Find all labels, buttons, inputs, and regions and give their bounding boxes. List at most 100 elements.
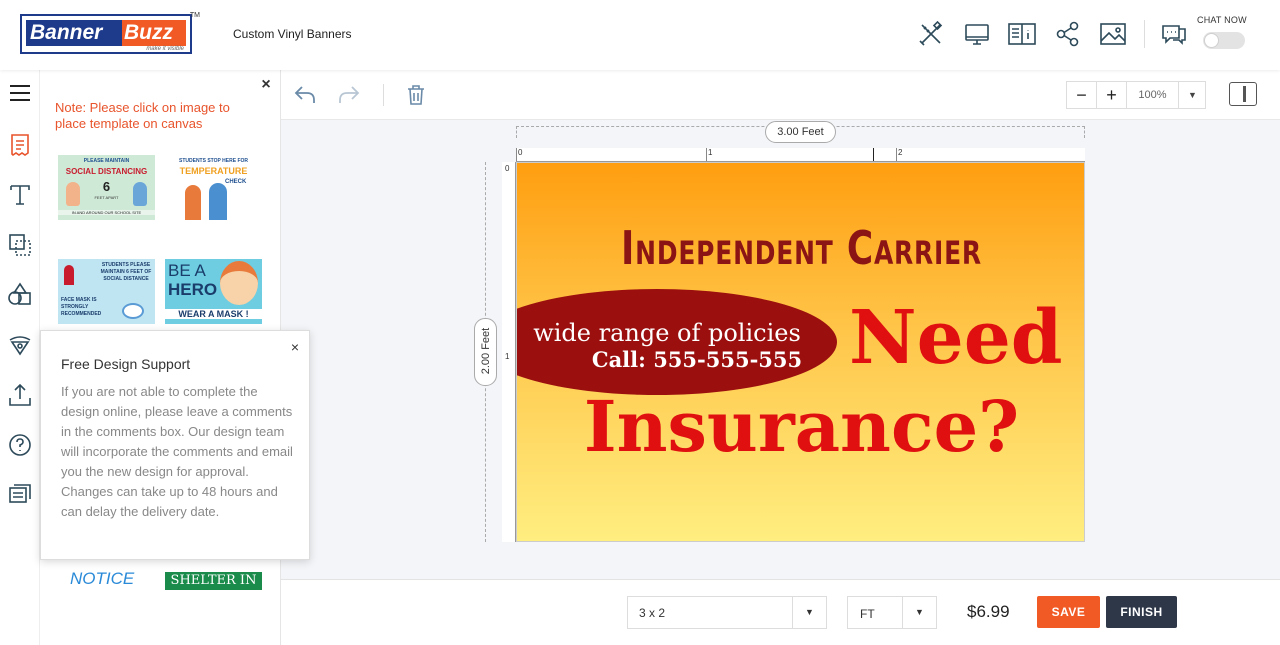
toggle-knob — [1204, 33, 1219, 48]
banner-title-text[interactable]: Independent Carrier — [580, 221, 1024, 275]
kid-figure-icon — [133, 182, 147, 206]
left-rail — [0, 70, 40, 645]
template-social-distancing[interactable]: PLEASE MAINTAIN SOCIAL DISTANCING 6 FEET… — [58, 155, 155, 220]
chat-toggle[interactable] — [1203, 32, 1245, 49]
ruler-tick — [706, 148, 707, 161]
template-text: FACE MASK IS STRONGLY RECOMMENDED — [61, 297, 102, 317]
price-label: $6.99 — [967, 602, 1010, 621]
kid-figure-icon — [66, 182, 80, 206]
size-select[interactable]: 3 x 2 ▼ — [627, 596, 827, 629]
template-text: SOCIAL DISTANCING — [65, 167, 148, 176]
chat-now-label: CHAT NOW — [1197, 15, 1247, 25]
ruler-tick — [896, 148, 897, 161]
zoom-value[interactable]: 100% — [1127, 82, 1179, 108]
template-text: PLEASE MAINTAIN — [83, 158, 130, 164]
zoom-in-button[interactable]: + — [1097, 82, 1127, 108]
zoom-dropdown-button[interactable]: ▼ — [1179, 82, 1206, 108]
vertical-ruler: 0 1 — [502, 162, 516, 542]
template-temperature-check[interactable]: STUDENTS STOP HERE FOR TEMPERATURE CHECK — [165, 155, 262, 220]
canvas-toolbar: − + 100% ▼ — [281, 70, 1280, 120]
unit-select-value: FT — [860, 607, 875, 621]
template-text: CHECK — [225, 179, 247, 185]
chevron-down-icon[interactable]: ▼ — [902, 597, 936, 628]
app-header: Banner Buzz make it visible TM Custom Vi… — [0, 0, 1280, 70]
bannerbuzz-logo[interactable]: Banner Buzz make it visible TM — [20, 12, 200, 54]
template-text: WEAR A MASK ! — [165, 309, 262, 319]
chat-icon[interactable] — [1160, 20, 1188, 48]
mask-icon — [122, 303, 144, 319]
comments-icon[interactable] — [6, 481, 34, 509]
kid-figure-icon — [64, 265, 74, 285]
undo-icon[interactable] — [292, 83, 318, 107]
template-text: STUDENTS PLEASE MAINTAIN 6 FEET OF SOCIA… — [100, 262, 152, 282]
horizontal-ruler: 0 1 2 — [516, 148, 1085, 162]
template-shelter-in-place[interactable]: SHELTER IN — [165, 572, 262, 590]
chevron-down-icon[interactable]: ▼ — [792, 597, 826, 628]
hero-face-icon — [220, 261, 258, 305]
banner-need-text[interactable]: Need — [849, 295, 1063, 381]
toolbar-separator — [383, 84, 384, 106]
clipart-icon[interactable] — [6, 331, 34, 359]
ruler-number: 2 — [898, 148, 903, 157]
logo-part-banner: Banner — [26, 20, 122, 46]
logo-trademark: TM — [189, 12, 200, 19]
template-text: HERO — [168, 280, 218, 299]
ruler-number: 0 — [505, 164, 510, 173]
redo-icon[interactable] — [336, 83, 362, 107]
split-view-icon[interactable] — [1229, 82, 1257, 106]
header-divider — [1144, 20, 1145, 48]
delete-icon[interactable] — [403, 83, 429, 107]
ruler-number: 1 — [505, 352, 510, 361]
panel-close-button[interactable]: × — [259, 77, 273, 93]
size-select-value: 3 x 2 — [639, 606, 666, 620]
finish-button[interactable]: FINISH — [1106, 596, 1177, 628]
ruler-cursor-marker — [873, 148, 874, 161]
text-icon[interactable] — [6, 181, 34, 209]
template-text: NOTICE — [70, 569, 135, 588]
save-button[interactable]: SAVE — [1037, 596, 1100, 628]
image-icon[interactable] — [1099, 20, 1127, 48]
templates-icon[interactable] — [6, 131, 34, 159]
help-icon[interactable] — [6, 431, 34, 459]
template-text: SHELTER IN — [170, 573, 257, 588]
width-label: 3.00 Feet — [765, 121, 836, 143]
popup-close-button[interactable]: × — [291, 339, 299, 355]
height-label-box: 2.00 Feet — [474, 318, 497, 386]
person-figure-icon — [185, 185, 201, 220]
height-label: 2.00 Feet — [480, 327, 492, 375]
template-face-mask[interactable]: STUDENTS PLEASE MAINTAIN 6 FEET OF SOCIA… — [58, 259, 155, 324]
ruler-number: 0 — [518, 148, 523, 157]
share-icon[interactable] — [1054, 20, 1082, 48]
menu-icon[interactable] — [6, 79, 34, 107]
bottom-bar: 3 x 2 ▼ FT ▼ $6.99 SAVE FINISH — [281, 579, 1280, 645]
preview-icon[interactable] — [963, 20, 991, 48]
template-notice[interactable]: NOTICE — [58, 567, 155, 591]
template-text: BE A — [168, 261, 206, 280]
popup-body: If you are not able to complete the desi… — [61, 384, 293, 519]
banner-oval-line2[interactable]: Call: 555-555-555 — [517, 347, 877, 372]
shapes-icon[interactable] — [6, 281, 34, 309]
dimension-tick — [516, 126, 517, 138]
page-title: Custom Vinyl Banners — [233, 27, 352, 41]
unit-select[interactable]: FT ▼ — [847, 596, 937, 629]
person-figure-icon — [209, 183, 227, 220]
template-be-a-hero[interactable]: BE A HERO WEAR A MASK ! — [165, 259, 262, 324]
dimension-tick — [1084, 126, 1085, 138]
logo-tagline: make it visible — [146, 46, 184, 52]
design-support-popup: × Free Design Support If you are not abl… — [40, 330, 310, 560]
design-tools-icon[interactable] — [917, 20, 945, 48]
upload-icon[interactable] — [6, 381, 34, 409]
ruler-tick — [516, 148, 517, 161]
template-text: IN AND AROUND OUR SCHOOL SITE — [58, 210, 155, 215]
logo-part-buzz: Buzz — [122, 20, 186, 46]
zoom-out-button[interactable]: − — [1067, 82, 1097, 108]
layers-icon[interactable] — [6, 231, 34, 259]
banner-oval-line1[interactable]: wide range of policies — [517, 319, 817, 347]
banner-canvas[interactable]: Independent Carrier wide range of polici… — [516, 162, 1085, 542]
template-text: TEMPERATURE — [179, 166, 248, 176]
banner-insurance-text[interactable]: Insurance? — [517, 385, 1084, 468]
template-text: STUDENTS STOP HERE FOR — [179, 158, 248, 164]
product-info-icon[interactable] — [1008, 20, 1036, 48]
popup-title: Free Design Support — [61, 356, 191, 372]
ruler-number: 1 — [708, 148, 713, 157]
